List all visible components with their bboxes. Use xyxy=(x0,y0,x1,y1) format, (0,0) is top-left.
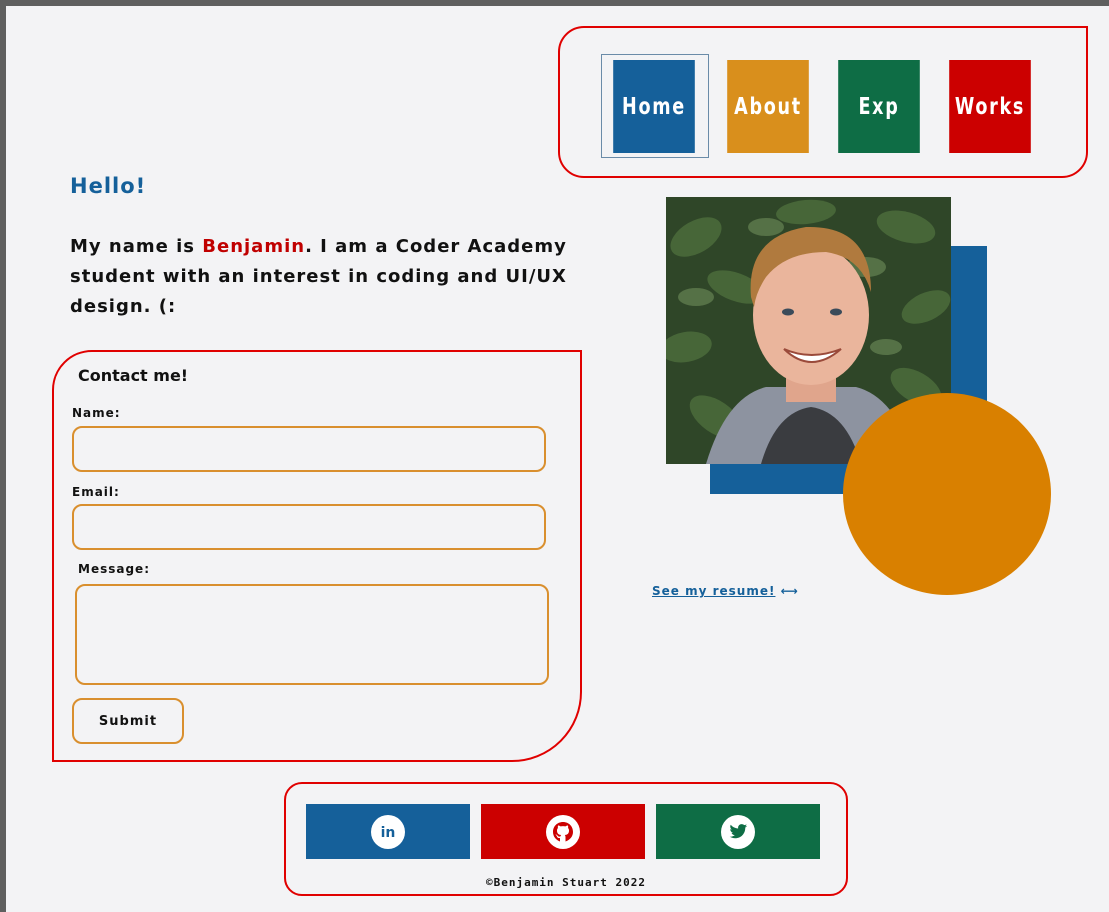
name-label: Name: xyxy=(72,406,121,420)
resume-link[interactable]: See my resume! xyxy=(652,584,775,598)
intro-name: Benjamin xyxy=(202,236,306,257)
svg-text:in: in xyxy=(381,825,396,841)
intro-prefix: My name is xyxy=(70,236,203,257)
footer: in ©Benjamin Stuart 2022 xyxy=(284,782,848,896)
resume-link-row: See my resume! ⟷ xyxy=(652,584,799,598)
contact-title: Contact me! xyxy=(78,366,189,385)
nav-exp-button[interactable]: Exp xyxy=(838,60,920,153)
message-label: Message: xyxy=(78,562,150,576)
twitter-button[interactable] xyxy=(656,804,820,859)
twitter-icon xyxy=(721,814,755,849)
contact-form: Contact me! Name: Email: Message: Submit xyxy=(52,350,582,762)
email-label: Email: xyxy=(72,485,120,499)
nav-works-button[interactable]: Works xyxy=(949,60,1031,153)
github-button[interactable] xyxy=(481,804,645,859)
intro-paragraph: My name is Benjamin. I am a Coder Academ… xyxy=(70,232,580,322)
name-field[interactable] xyxy=(72,426,546,472)
nav-home-button[interactable]: Home xyxy=(613,60,695,153)
main-nav: Home About Exp Works xyxy=(558,26,1088,178)
submit-button[interactable]: Submit xyxy=(72,698,184,744)
decorative-orange-circle xyxy=(843,393,1051,595)
linkedin-button[interactable]: in xyxy=(306,804,470,859)
arrow-icon: ⟷ xyxy=(780,584,799,598)
nav-about-button[interactable]: About xyxy=(727,60,809,153)
linkedin-icon: in xyxy=(371,814,405,849)
email-field[interactable] xyxy=(72,504,546,550)
copyright-text: ©Benjamin Stuart 2022 xyxy=(485,876,647,889)
github-icon xyxy=(546,814,580,849)
message-field[interactable] xyxy=(75,584,549,685)
greeting-heading: Hello! xyxy=(70,174,147,198)
